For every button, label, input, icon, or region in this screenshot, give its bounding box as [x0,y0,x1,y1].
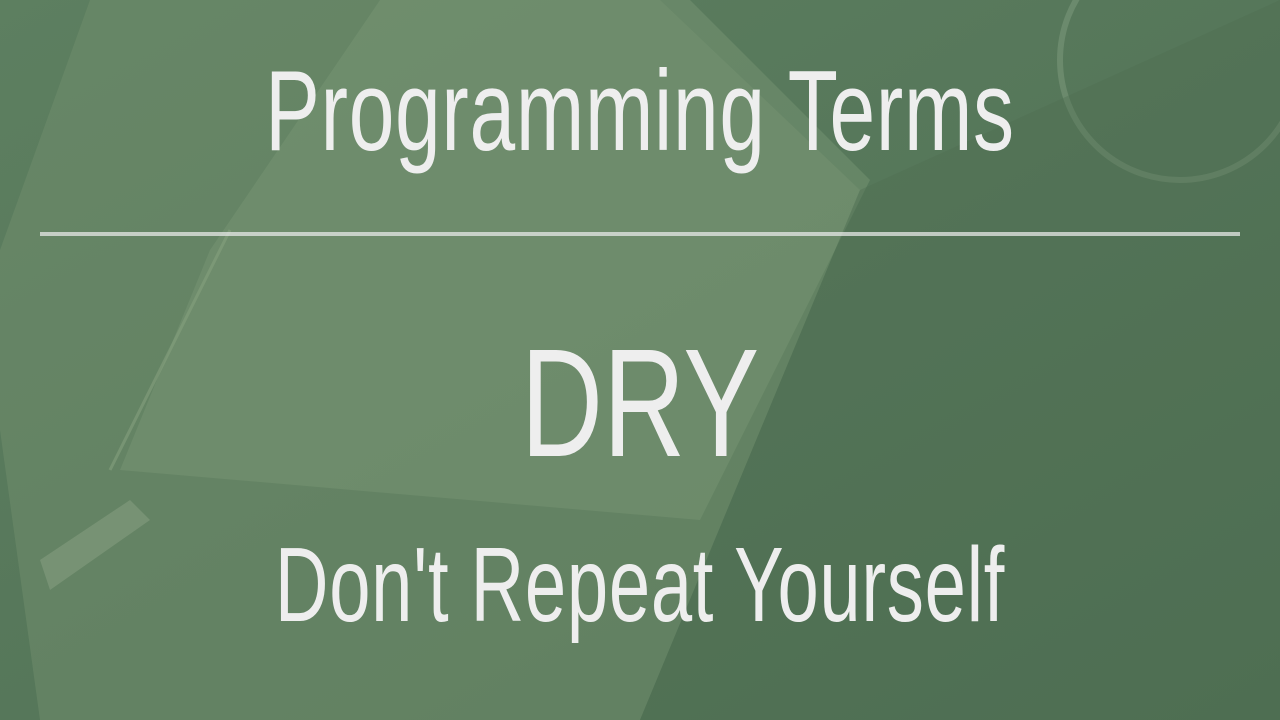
term-expansion: Don't Repeat Yourself [274,526,1006,644]
title-divider [40,232,1240,236]
term-acronym: DRY [520,317,760,489]
slide-title: Programming Terms [265,48,1015,175]
